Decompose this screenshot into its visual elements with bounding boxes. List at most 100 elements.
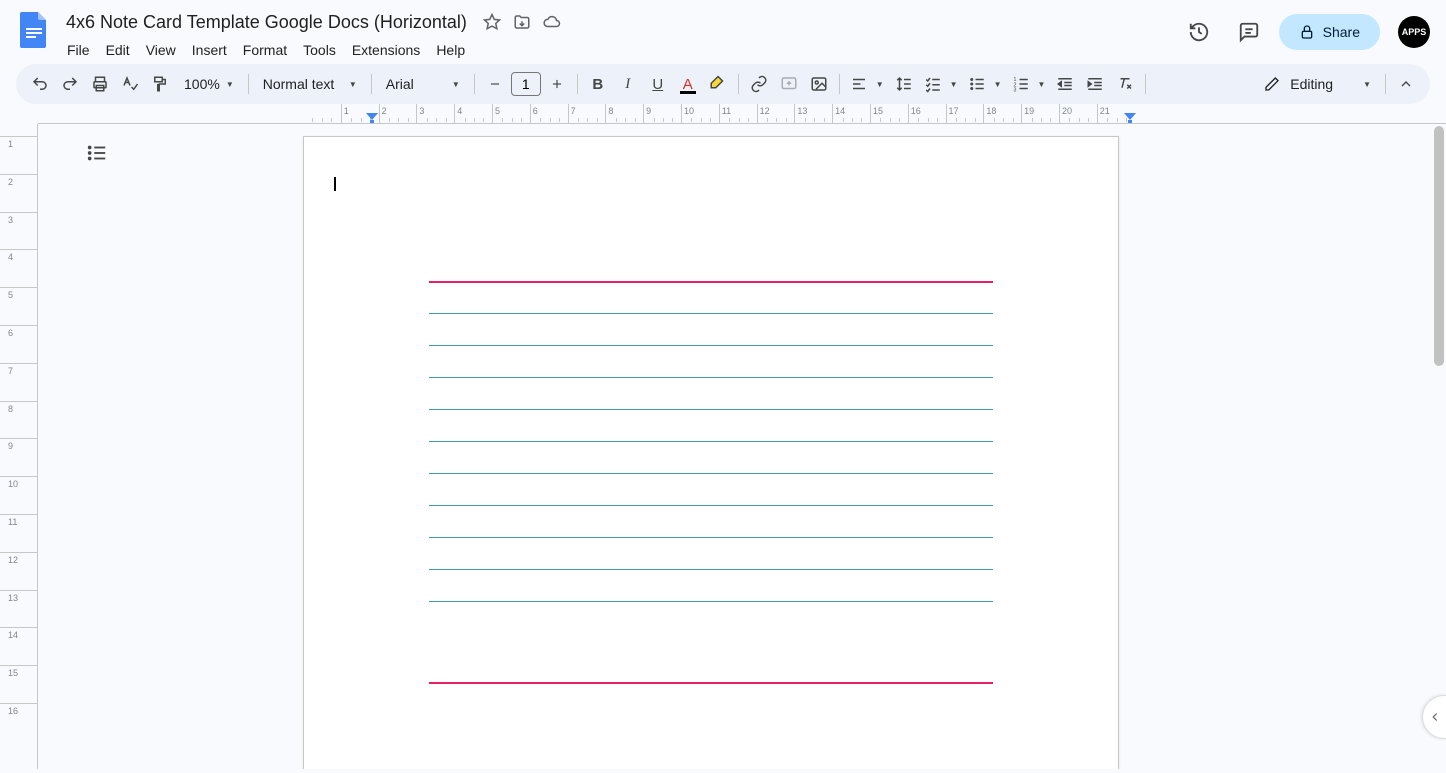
move-icon[interactable] <box>511 11 533 33</box>
numbered-list-dropdown[interactable]: 123 ▼ <box>1008 70 1050 98</box>
vertical-scrollbar[interactable] <box>1432 124 1446 769</box>
font-dropdown[interactable]: Arial ▼ <box>378 70 468 98</box>
ruler-h-tick: 11 <box>719 104 757 123</box>
menu-view[interactable]: View <box>139 38 183 62</box>
ruler-h-tick: 12 <box>757 104 795 123</box>
text-cursor <box>334 177 336 191</box>
ruler-h-tick: 5 <box>492 104 530 123</box>
notecard-blue-line <box>429 409 993 410</box>
comments-icon[interactable] <box>1229 12 1269 52</box>
ruler-h-tick: 2 <box>379 104 417 123</box>
italic-button[interactable]: I <box>614 70 642 98</box>
insert-comment-button[interactable] <box>775 70 803 98</box>
separator <box>1385 74 1386 94</box>
indent-marker-left[interactable] <box>366 113 378 123</box>
menu-edit[interactable]: Edit <box>99 38 137 62</box>
blue-lines-container <box>429 313 993 602</box>
font-size-input[interactable] <box>511 72 541 96</box>
align-dropdown[interactable]: ▼ <box>846 70 888 98</box>
separator <box>738 74 739 94</box>
account-avatar[interactable]: APPS <box>1398 16 1430 48</box>
ruler-h-tick: 10 <box>681 104 719 123</box>
bulleted-list-dropdown[interactable]: ▼ <box>964 70 1006 98</box>
bold-button[interactable]: B <box>584 70 612 98</box>
notecard-blue-line <box>429 313 993 314</box>
ruler-v-tick: 5 <box>0 287 37 325</box>
separator <box>474 74 475 94</box>
menu-tools[interactable]: Tools <box>296 38 343 62</box>
ruler-h-tick: 13 <box>794 104 832 123</box>
font-size-decrease[interactable] <box>481 70 509 98</box>
font-value: Arial <box>386 76 414 92</box>
undo-button[interactable] <box>26 70 54 98</box>
ruler-v-tick: 6 <box>0 325 37 363</box>
notecard-blue-line <box>429 537 993 538</box>
separator <box>248 74 249 94</box>
ruler-h-tick: 20 <box>1059 104 1097 123</box>
star-icon[interactable] <box>481 11 503 33</box>
ruler-h-tick: 17 <box>946 104 984 123</box>
vertical-ruler[interactable]: 12345678910111213141516 <box>0 124 38 769</box>
notecard-blue-line <box>429 345 993 346</box>
editing-mode-dropdown[interactable]: Editing ▼ <box>1256 70 1379 98</box>
ruler-h-tick: 6 <box>530 104 568 123</box>
history-icon[interactable] <box>1179 12 1219 52</box>
ruler-v-tick: 9 <box>0 438 37 476</box>
document-page[interactable] <box>303 136 1119 769</box>
chevron-down-icon: ▼ <box>990 70 1006 98</box>
line-spacing-button[interactable] <box>890 70 918 98</box>
document-title[interactable]: 4x6 Note Card Template Google Docs (Hori… <box>60 10 473 35</box>
menu-insert[interactable]: Insert <box>185 38 234 62</box>
toolbar: 100% ▼ Normal text ▼ Arial ▼ B I U A ▼ <box>16 64 1430 104</box>
collapse-toolbar-button[interactable] <box>1392 70 1420 98</box>
chevron-down-icon: ▼ <box>946 70 962 98</box>
paragraph-style-dropdown[interactable]: Normal text ▼ <box>255 70 365 98</box>
ruler-v-tick: 2 <box>0 174 37 212</box>
clear-formatting-button[interactable] <box>1111 70 1139 98</box>
checklist-dropdown[interactable]: ▼ <box>920 70 962 98</box>
ruler-v-inner: 12345678910111213141516 <box>0 136 37 741</box>
notecard-top-line <box>429 281 993 283</box>
ruler-v-tick: 16 <box>0 703 37 741</box>
redo-button[interactable] <box>56 70 84 98</box>
notecard-blue-line <box>429 377 993 378</box>
align-icon <box>846 70 872 98</box>
cloud-status-icon[interactable] <box>541 11 563 33</box>
zoom-value: 100% <box>184 76 220 92</box>
editing-mode-label: Editing <box>1290 76 1333 92</box>
menu-extensions[interactable]: Extensions <box>345 38 427 62</box>
horizontal-ruler[interactable]: 123456789101112131415161718192021 <box>38 104 1446 124</box>
chevron-down-icon: ▼ <box>872 70 888 98</box>
ruler-h-tick: 14 <box>832 104 870 123</box>
print-button[interactable] <box>86 70 114 98</box>
scrollbar-thumb[interactable] <box>1434 126 1444 366</box>
spellcheck-button[interactable] <box>116 70 144 98</box>
ruler-v-tick: 11 <box>0 514 37 552</box>
canvas-area[interactable] <box>38 124 1446 769</box>
decrease-indent-button[interactable] <box>1051 70 1079 98</box>
menu-format[interactable]: Format <box>236 38 294 62</box>
docs-logo[interactable] <box>14 10 54 50</box>
zoom-dropdown[interactable]: 100% ▼ <box>176 70 242 98</box>
insert-image-button[interactable] <box>805 70 833 98</box>
ruler-v-tick: 10 <box>0 476 37 514</box>
insert-link-button[interactable] <box>745 70 773 98</box>
underline-button[interactable]: U <box>644 70 672 98</box>
paint-format-button[interactable] <box>146 70 174 98</box>
main-area: 12345678910111213141516 <box>0 124 1446 769</box>
indent-marker-right[interactable] <box>1124 113 1136 123</box>
font-size-increase[interactable] <box>543 70 571 98</box>
separator <box>839 74 840 94</box>
ruler-v-tick: 3 <box>0 212 37 250</box>
text-color-button[interactable]: A <box>674 70 702 98</box>
outline-toggle-button[interactable] <box>86 142 110 166</box>
ruler-v-tick: 1 <box>0 136 37 174</box>
title-row: 4x6 Note Card Template Google Docs (Hori… <box>60 8 1179 36</box>
share-button[interactable]: Share <box>1279 14 1380 50</box>
menu-help[interactable]: Help <box>429 38 472 62</box>
increase-indent-button[interactable] <box>1081 70 1109 98</box>
separator <box>1145 74 1146 94</box>
toolbar-wrap: 100% ▼ Normal text ▼ Arial ▼ B I U A ▼ <box>0 64 1446 104</box>
menu-file[interactable]: File <box>60 38 97 62</box>
highlight-button[interactable] <box>704 70 732 98</box>
